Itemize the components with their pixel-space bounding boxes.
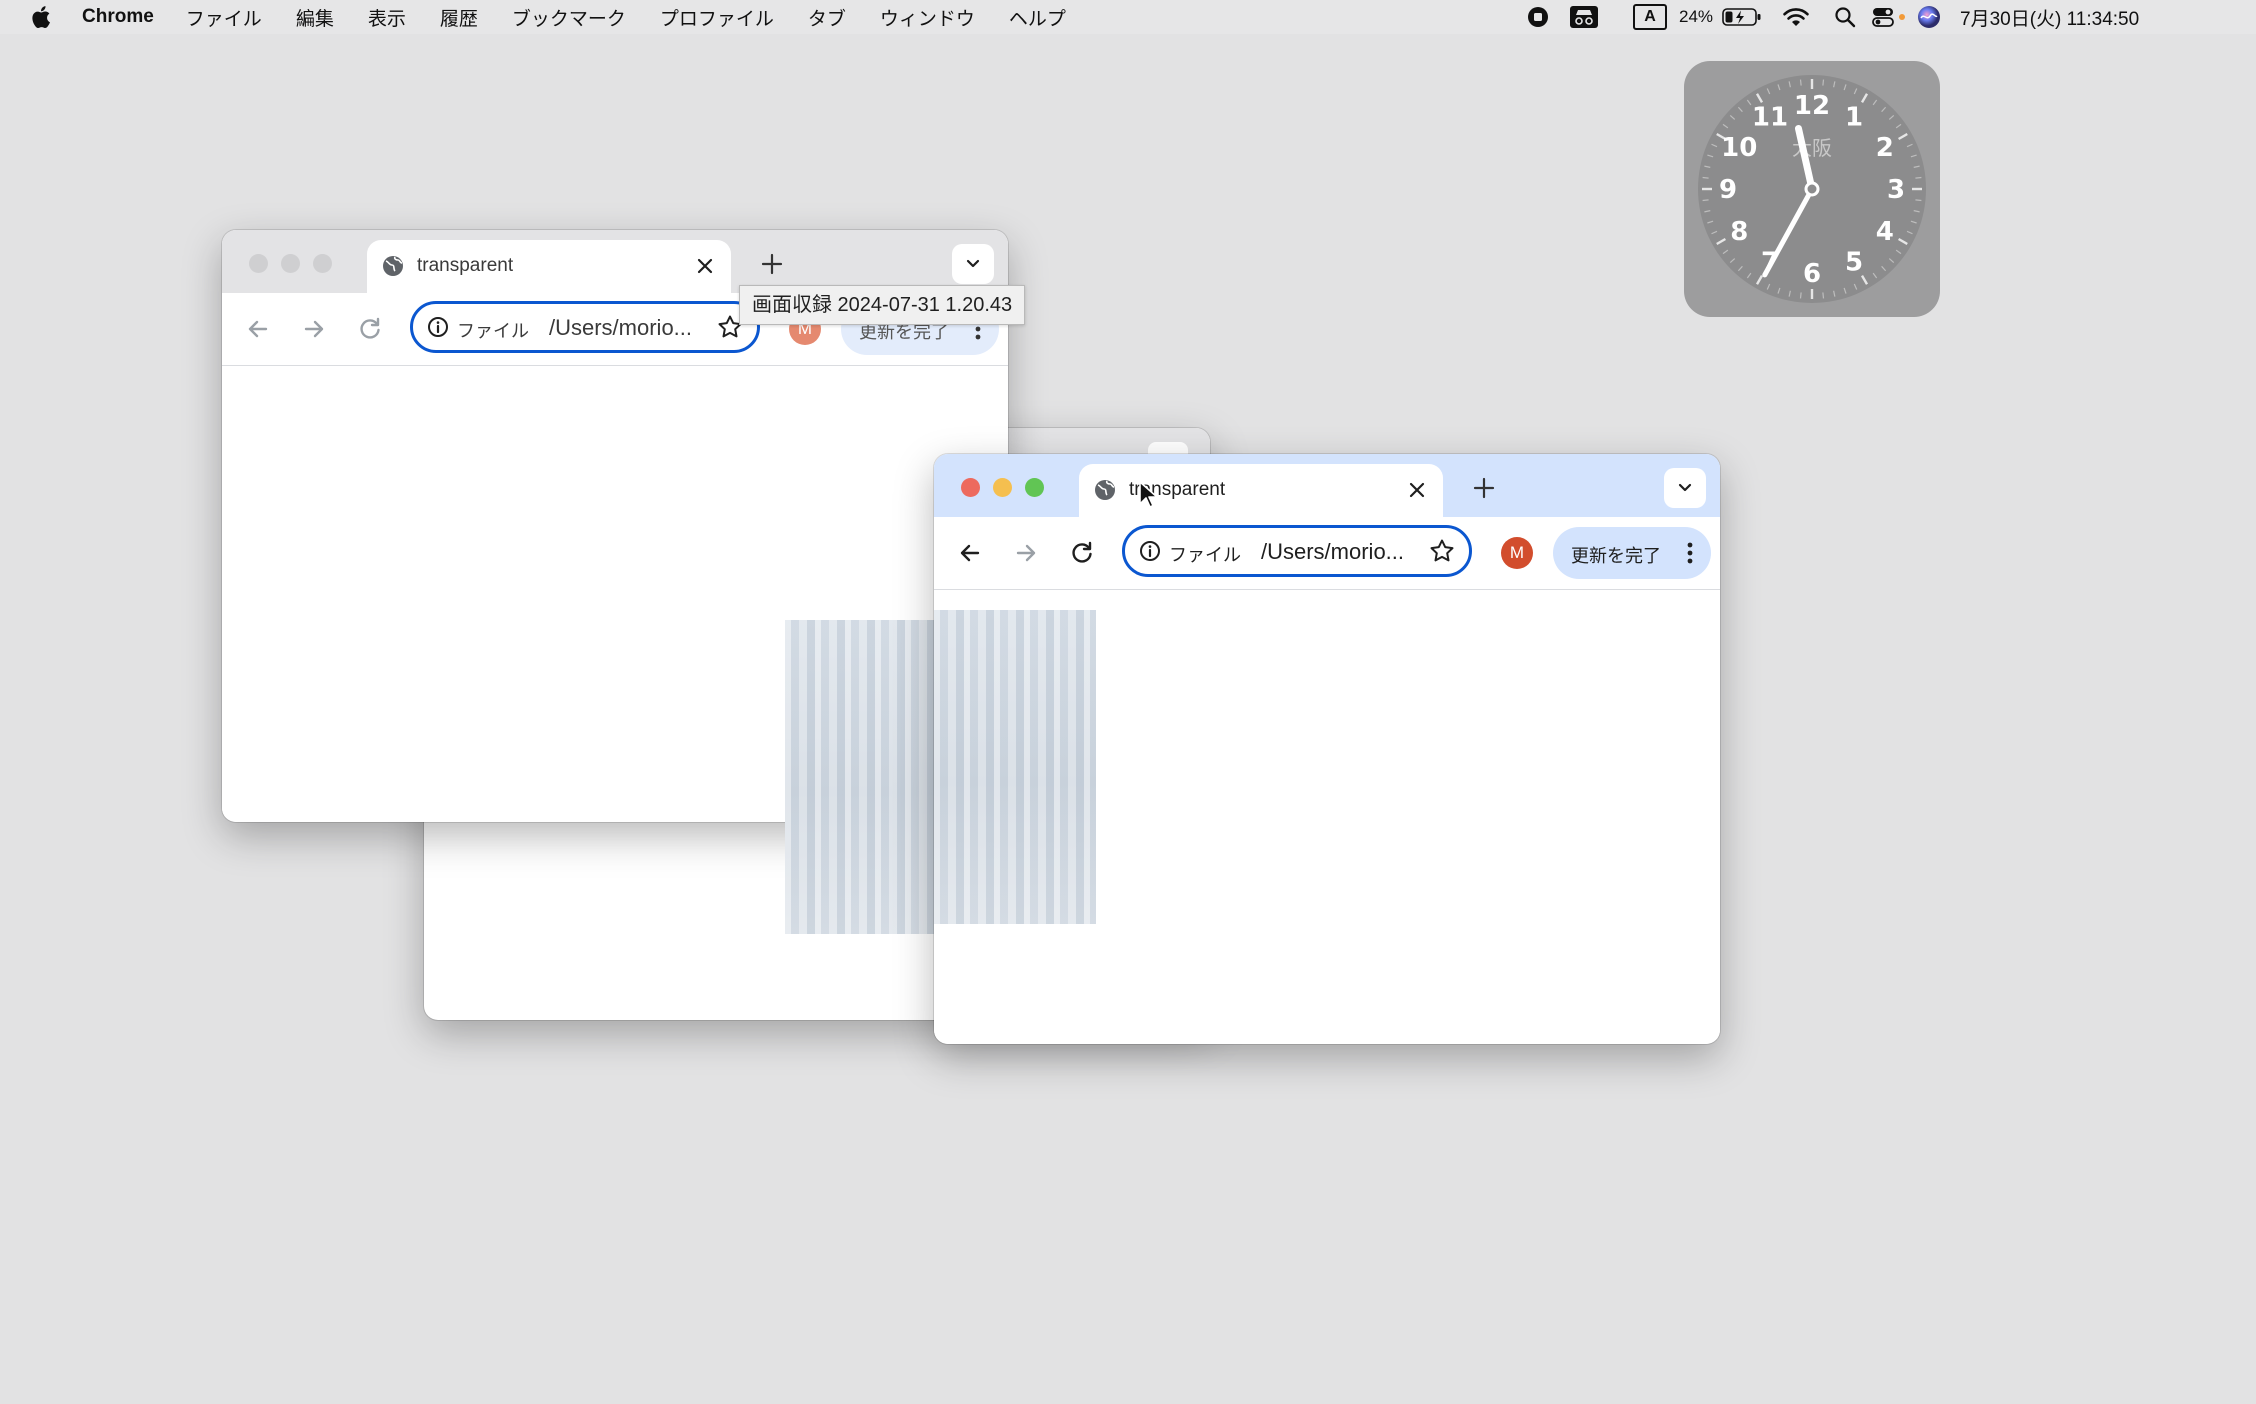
forward-arrow-icon[interactable] xyxy=(1012,539,1040,567)
analog-clock-face: 121234567891011 大阪 xyxy=(1698,75,1926,303)
clock-numeral: 3 xyxy=(1887,175,1905,205)
tab-strip: transparent xyxy=(934,454,1720,517)
close-window-button[interactable] xyxy=(961,478,980,497)
clock-numeral: 9 xyxy=(1719,175,1737,205)
input-mode-label: A xyxy=(1633,4,1667,30)
site-info-icon[interactable] xyxy=(1139,540,1161,562)
spotlight-search-icon[interactable] xyxy=(1834,0,1856,34)
input-method-indicator[interactable]: A xyxy=(1633,0,1667,34)
minimize-window-button[interactable] xyxy=(993,478,1012,497)
menu-edit[interactable]: 編集 xyxy=(296,4,334,31)
chevron-down-icon xyxy=(1678,483,1692,492)
menu-app-name[interactable]: Chrome xyxy=(82,6,154,28)
reload-icon[interactable] xyxy=(356,315,384,343)
background-curtain-image xyxy=(785,620,935,934)
new-tab-icon[interactable] xyxy=(760,252,784,276)
menu-view[interactable]: 表示 xyxy=(368,4,406,31)
scheme-chip: ファイル xyxy=(457,321,529,341)
window-controls xyxy=(249,254,332,273)
clock-numeral: 6 xyxy=(1803,259,1821,289)
siri-icon[interactable] xyxy=(1917,0,1941,34)
clock-numeral: 11 xyxy=(1752,102,1788,132)
menu-file[interactable]: ファイル xyxy=(186,4,262,31)
clock-numeral: 10 xyxy=(1721,133,1757,163)
close-window-button[interactable] xyxy=(249,254,268,273)
toolbar: ファイル /Users/morio... M 更新を完了 xyxy=(934,517,1720,590)
clock-numeral: 8 xyxy=(1730,217,1748,247)
bookmark-star-icon[interactable] xyxy=(1429,538,1455,564)
more-menu-icon[interactable] xyxy=(1687,541,1693,565)
menu-tab[interactable]: タブ xyxy=(808,4,846,31)
chevron-down-icon xyxy=(966,259,980,268)
zoom-window-button[interactable] xyxy=(1025,478,1044,497)
menu-profiles[interactable]: プロファイル xyxy=(660,4,774,31)
tab-title: transparent xyxy=(417,255,514,276)
globe-icon xyxy=(1095,480,1115,500)
globe-icon xyxy=(383,256,403,276)
control-center-icon[interactable] xyxy=(1872,0,1908,34)
url-text[interactable]: /Users/morio... xyxy=(1261,539,1404,565)
back-arrow-icon[interactable] xyxy=(956,539,984,567)
back-arrow-icon[interactable] xyxy=(244,315,272,343)
reload-icon[interactable] xyxy=(1068,539,1096,567)
window-controls xyxy=(961,478,1044,497)
apple-menu-icon[interactable] xyxy=(28,4,52,30)
forward-arrow-icon[interactable] xyxy=(300,315,328,343)
menu-window[interactable]: ウィンドウ xyxy=(880,4,975,31)
page-content xyxy=(934,590,1720,1044)
site-info-icon[interactable] xyxy=(427,316,449,338)
update-chrome-button[interactable]: 更新を完了 xyxy=(1553,527,1711,579)
clock-numeral: 4 xyxy=(1876,217,1894,247)
screen-record-icon[interactable] xyxy=(1527,0,1549,34)
menu-clock[interactable]: 7月30日(火) 11:34:50 xyxy=(1960,0,2139,34)
menu-help[interactable]: ヘルプ xyxy=(1009,4,1066,31)
clock-numeral: 2 xyxy=(1876,133,1894,163)
battery-icon[interactable] xyxy=(1722,0,1762,34)
tab-search-button[interactable] xyxy=(1664,468,1706,508)
address-bar[interactable]: ファイル /Users/morio... xyxy=(410,301,760,353)
mouse-cursor-icon xyxy=(1139,481,1158,508)
new-tab-icon[interactable] xyxy=(1472,476,1496,500)
update-label: 更新を完了 xyxy=(1571,546,1661,566)
menu-bookmarks[interactable]: ブックマーク xyxy=(512,4,626,31)
incognito-icon[interactable] xyxy=(1569,0,1599,34)
menu-bar: Chrome ファイル 編集 表示 履歴 ブックマーク プロファイル タブ ウィ… xyxy=(0,0,2256,34)
tab-hover-tooltip: 画面収録 2024-07-31 1.20.43 xyxy=(739,285,1026,325)
tab-search-button[interactable] xyxy=(952,244,994,284)
clock-numeral: 1 xyxy=(1845,102,1863,132)
tab-close-icon[interactable] xyxy=(1407,480,1427,500)
scheme-chip: ファイル xyxy=(1169,545,1241,565)
transparent-curtain-image xyxy=(934,610,1096,924)
url-text[interactable]: /Users/morio... xyxy=(549,315,692,341)
zoom-window-button[interactable] xyxy=(313,254,332,273)
tab-transparent[interactable]: transparent xyxy=(367,240,731,293)
battery-percent: 24% xyxy=(1679,7,1714,26)
clock-numeral: 12 xyxy=(1794,91,1830,121)
minimize-window-button[interactable] xyxy=(281,254,300,273)
profile-avatar[interactable]: M xyxy=(1501,537,1533,569)
active-browser-window[interactable]: transparent ファイル /Users/morio... M 更新を完了 xyxy=(934,454,1720,1044)
wifi-icon[interactable] xyxy=(1782,0,1810,34)
menu-history[interactable]: 履歴 xyxy=(440,4,478,31)
tab-transparent[interactable]: transparent xyxy=(1079,464,1443,517)
tab-close-icon[interactable] xyxy=(695,256,715,276)
tab-strip: transparent xyxy=(222,230,1008,293)
clock-numeral: 5 xyxy=(1845,248,1863,278)
address-bar[interactable]: ファイル /Users/morio... xyxy=(1122,525,1472,577)
clock-widget[interactable]: 121234567891011 大阪 xyxy=(1684,61,1940,317)
status-area: A 24% 7月30日(火) 11:34:50 xyxy=(1528,0,2256,34)
